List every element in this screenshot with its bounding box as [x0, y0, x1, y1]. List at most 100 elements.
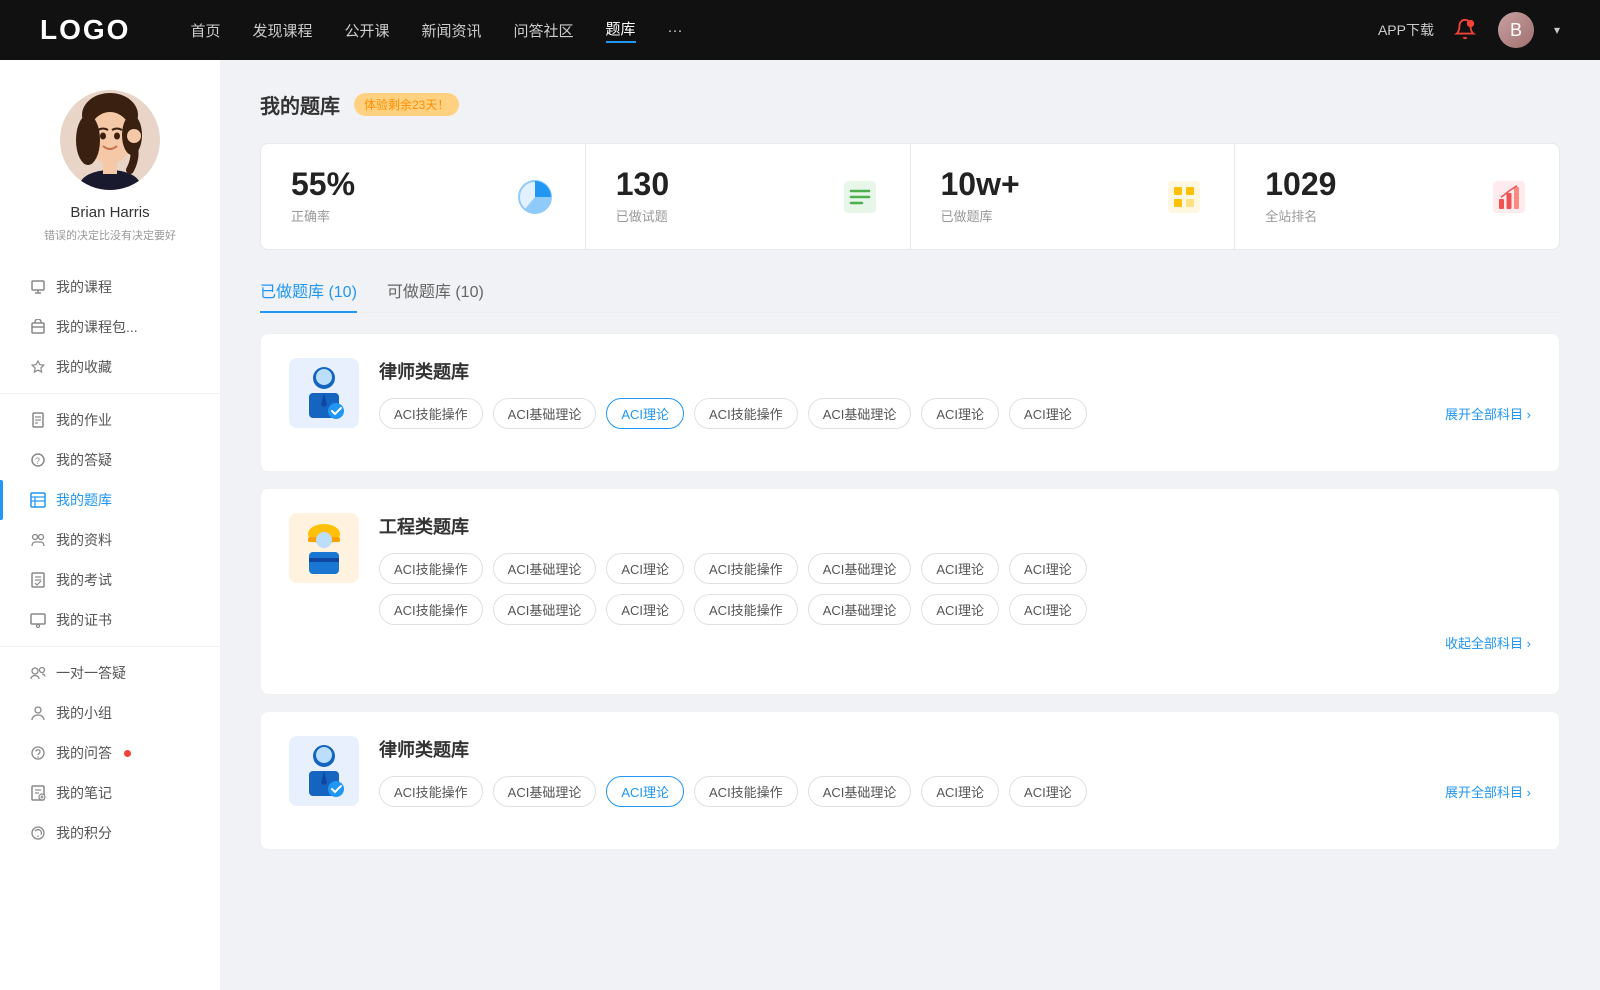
page-title: 我的题库: [260, 90, 340, 119]
qa-icon: ?: [30, 452, 46, 468]
stat-banks-value: 10w+: [941, 168, 1151, 200]
bank1-tag-5[interactable]: ACI基础理论: [808, 398, 912, 429]
sidebar-label-pkg: 我的课程包...: [56, 317, 138, 337]
sidebar-item-course-pkg[interactable]: 我的课程包...: [0, 307, 220, 347]
nav-qa[interactable]: 问答社区: [514, 20, 574, 41]
bank1-expand-link[interactable]: 展开全部科目 ›: [1445, 404, 1531, 423]
sidebar-item-qa[interactable]: ? 我的答疑: [0, 440, 220, 480]
bank3-tag-6[interactable]: ACI理论: [921, 776, 999, 807]
bank2-tag-11[interactable]: ACI技能操作: [694, 594, 798, 625]
bank2-tag-1[interactable]: ACI技能操作: [379, 553, 483, 584]
svg-text:?: ?: [35, 456, 40, 466]
bank2-tag-7[interactable]: ACI理论: [1009, 553, 1087, 584]
bank3-tag-5[interactable]: ACI基础理论: [808, 776, 912, 807]
stat-rank-value: 1029: [1265, 168, 1475, 200]
bank1-tag-6[interactable]: ACI理论: [921, 398, 999, 429]
avatar[interactable]: B: [1498, 12, 1534, 48]
stat-accuracy: 55% 正确率: [261, 144, 585, 249]
bank3-tag-1[interactable]: ACI技能操作: [379, 776, 483, 807]
notification-bell-icon[interactable]: [1454, 18, 1478, 42]
bank1-tag-2[interactable]: ACI基础理论: [493, 398, 597, 429]
bank2-tag-12[interactable]: ACI基础理论: [808, 594, 912, 625]
sidebar-avatar: [60, 90, 160, 190]
sidebar-label-data: 我的资料: [56, 530, 112, 550]
nav-home[interactable]: 首页: [190, 20, 220, 41]
star-icon: [30, 359, 46, 375]
sidebar-item-ooo[interactable]: 一对一答疑: [0, 653, 220, 693]
stat-done-label: 已做试题: [616, 206, 826, 225]
bank-card-2: 工程类题库 ACI技能操作 ACI基础理论 ACI理论 ACI技能操作 ACI基…: [260, 488, 1560, 695]
bank2-tag-14[interactable]: ACI理论: [1009, 594, 1087, 625]
nav-bank[interactable]: 题库: [606, 18, 636, 43]
avatar-dropdown-arrow-icon[interactable]: ▾: [1554, 23, 1560, 37]
nav-discover[interactable]: 发现课程: [252, 20, 312, 41]
bank3-tag-2[interactable]: ACI基础理论: [493, 776, 597, 807]
nav-news[interactable]: 新闻资讯: [422, 20, 482, 41]
bank2-tag-10[interactable]: ACI理论: [606, 594, 684, 625]
sidebar-item-exam[interactable]: 我的考试: [0, 560, 220, 600]
bank-card-2-header: 工程类题库 ACI技能操作 ACI基础理论 ACI理论 ACI技能操作 ACI基…: [289, 513, 1531, 652]
sidebar-item-bank[interactable]: 我的题库: [0, 480, 220, 520]
bank3-expand-link[interactable]: 展开全部科目 ›: [1445, 782, 1531, 801]
bank2-tag-4[interactable]: ACI技能操作: [694, 553, 798, 584]
sidebar-label-qa: 我的答疑: [56, 450, 112, 470]
sidebar-user-name: Brian Harris: [70, 204, 149, 221]
bank-2-tags-row1: ACI技能操作 ACI基础理论 ACI理论 ACI技能操作 ACI基础理论 AC…: [379, 553, 1531, 584]
sidebar-item-points[interactable]: 我的积分: [0, 813, 220, 853]
course-icon: [30, 279, 46, 295]
stat-rank-left: 1029 全站排名: [1265, 168, 1475, 225]
grid-yellow-icon: [1164, 177, 1204, 217]
sidebar-label-exam: 我的考试: [56, 570, 112, 590]
bank-1-content: 律师类题库 ACI技能操作 ACI基础理论 ACI理论 ACI技能操作 ACI基…: [379, 358, 1531, 429]
sidebar-label-bank: 我的题库: [56, 490, 112, 510]
sidebar: Brian Harris 错误的决定比没有决定要好 我的课程 我的课程包... …: [0, 60, 220, 990]
cert-icon: [30, 612, 46, 628]
bank-icon-lawyer-3: [289, 736, 359, 806]
nav-menu: 首页 发现课程 公开课 新闻资讯 问答社区 题库 ···: [190, 18, 1378, 43]
sidebar-item-my-course[interactable]: 我的课程: [0, 267, 220, 307]
bank2-tag-3[interactable]: ACI理论: [606, 553, 684, 584]
bank2-tag-5[interactable]: ACI基础理论: [808, 553, 912, 584]
tab-available-banks[interactable]: 可做题库 (10): [387, 278, 484, 312]
nav-more[interactable]: ···: [668, 22, 683, 39]
homework-icon: [30, 412, 46, 428]
bank2-tag-13[interactable]: ACI理论: [921, 594, 999, 625]
bank-2-title: 工程类题库: [379, 513, 1531, 539]
bank2-tag-6[interactable]: ACI理论: [921, 553, 999, 584]
bank3-tag-7[interactable]: ACI理论: [1009, 776, 1087, 807]
stat-accuracy-label: 正确率: [291, 206, 501, 225]
bank3-tag-3[interactable]: ACI理论: [606, 776, 684, 807]
bank1-tag-3[interactable]: ACI理论: [606, 398, 684, 429]
sidebar-label-course: 我的课程: [56, 277, 112, 297]
sidebar-item-cert[interactable]: 我的证书: [0, 600, 220, 640]
logo[interactable]: LOGO: [40, 14, 130, 46]
sidebar-label-ooo: 一对一答疑: [56, 663, 126, 683]
tab-done-banks[interactable]: 已做题库 (10): [260, 278, 357, 312]
sidebar-item-questions[interactable]: 我的问答: [0, 733, 220, 773]
sidebar-label-notes: 我的笔记: [56, 783, 112, 803]
stat-rank: 1029 全站排名: [1235, 144, 1559, 249]
bank2-tag-2[interactable]: ACI基础理论: [493, 553, 597, 584]
app-download-link[interactable]: APP下载: [1378, 20, 1434, 40]
sidebar-label-points: 我的积分: [56, 823, 112, 843]
bank1-tag-7[interactable]: ACI理论: [1009, 398, 1087, 429]
sidebar-label-group: 我的小组: [56, 703, 112, 723]
divider2: [0, 646, 220, 647]
sidebar-item-data[interactable]: 我的资料: [0, 520, 220, 560]
sidebar-item-notes[interactable]: 我的笔记: [0, 773, 220, 813]
sidebar-item-homework[interactable]: 我的作业: [0, 400, 220, 440]
bank1-tag-4[interactable]: ACI技能操作: [694, 398, 798, 429]
list-green-icon: [840, 177, 880, 217]
tabs-row: 已做题库 (10) 可做题库 (10): [260, 278, 1560, 313]
sidebar-label-cert: 我的证书: [56, 610, 112, 630]
nav-open-course[interactable]: 公开课: [344, 20, 389, 41]
bank2-tag-9[interactable]: ACI基础理论: [493, 594, 597, 625]
bank-icon-engineer: [289, 513, 359, 583]
bank-icon-lawyer-1: [289, 358, 359, 428]
bank2-collapse-link[interactable]: 收起全部科目 ›: [379, 633, 1531, 652]
sidebar-item-group[interactable]: 我的小组: [0, 693, 220, 733]
bank3-tag-4[interactable]: ACI技能操作: [694, 776, 798, 807]
bank1-tag-1[interactable]: ACI技能操作: [379, 398, 483, 429]
sidebar-item-favorites[interactable]: 我的收藏: [0, 347, 220, 387]
bank2-tag-8[interactable]: ACI技能操作: [379, 594, 483, 625]
